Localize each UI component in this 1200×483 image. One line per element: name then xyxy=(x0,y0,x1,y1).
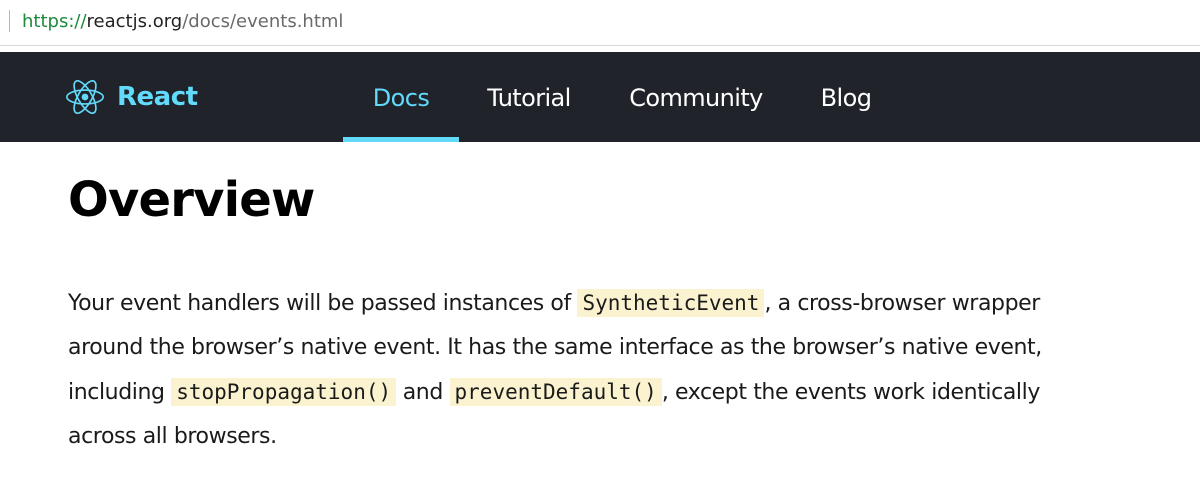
nav-item-community[interactable]: Community xyxy=(612,52,780,142)
url-host: reactjs.org xyxy=(86,11,183,32)
code-stop-propagation: stopPropagation() xyxy=(171,378,397,406)
paragraph-line-3: including stopPropagation() and preventD… xyxy=(68,370,1168,415)
code-prevent-default: preventDefault() xyxy=(449,378,662,406)
url-path: /docs/events.html xyxy=(182,11,344,32)
nav-item-docs[interactable]: Docs xyxy=(343,52,459,142)
text-segment: Your event handlers will be passed insta… xyxy=(68,291,578,316)
top-navbar: React Docs Tutorial Community Blog xyxy=(0,52,1200,142)
page-title: Overview xyxy=(68,172,315,228)
text-segment: and xyxy=(396,380,450,405)
paragraph-line-2: around the browser’s native event. It ha… xyxy=(68,335,1042,360)
url-text[interactable]: https://reactjs.org/docs/events.html xyxy=(22,11,343,32)
paragraph-line-4: across all browsers. xyxy=(68,424,277,449)
active-tab-indicator xyxy=(343,137,459,142)
url-scheme: https:// xyxy=(22,11,87,32)
code-synthetic-event: SyntheticEvent xyxy=(577,289,765,317)
address-bar-divider xyxy=(9,10,10,32)
nav-item-tutorial[interactable]: Tutorial xyxy=(468,52,590,142)
brand-logo-link[interactable]: React xyxy=(66,79,198,115)
nav-item-blog[interactable]: Blog xyxy=(806,52,886,142)
paragraph-line-1: Your event handlers will be passed insta… xyxy=(68,281,1168,326)
text-segment: , a cross-browser wrapper xyxy=(764,291,1040,316)
overview-paragraph: Your event handlers will be passed insta… xyxy=(68,281,1168,459)
address-bar[interactable]: https://reactjs.org/docs/events.html xyxy=(0,0,1200,46)
react-atom-icon xyxy=(66,80,104,114)
text-segment: including xyxy=(68,380,172,405)
brand-name: React xyxy=(117,82,198,112)
text-segment: , except the events work identically xyxy=(661,380,1041,405)
